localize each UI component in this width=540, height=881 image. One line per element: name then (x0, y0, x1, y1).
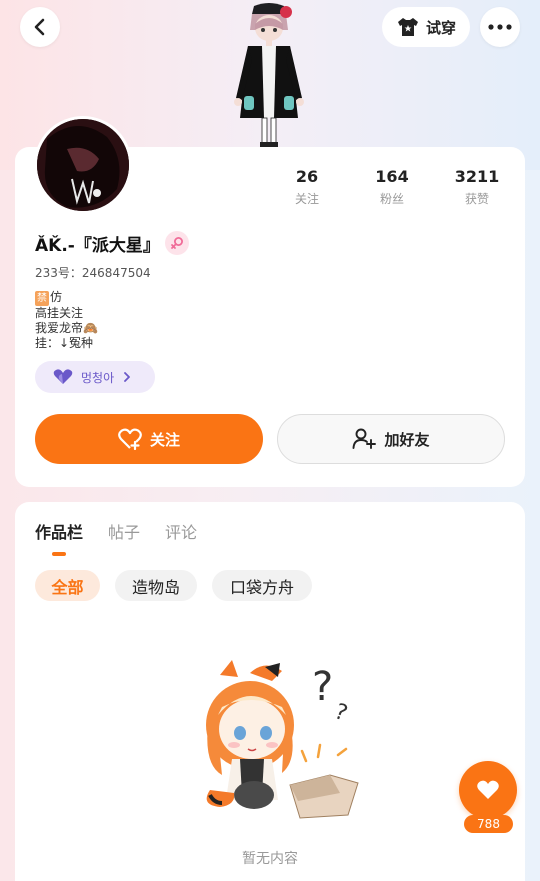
stat-likes[interactable]: 3211 获赞 (437, 167, 517, 207)
stat-following-value: 26 (295, 167, 319, 186)
filter-pocket-ark[interactable]: 口袋方舟 (212, 570, 312, 601)
stat-followers-value: 164 (375, 167, 409, 186)
guild-badge[interactable]: 멍청아 (35, 361, 155, 393)
stat-following[interactable]: 26 关注 (267, 167, 347, 207)
svg-text:?: ? (331, 699, 351, 726)
chevron-left-icon (34, 18, 45, 36)
bio-line-4: 挂：↓冤种 (35, 336, 94, 350)
user-id-value: 246847504 (81, 266, 151, 280)
empty-state-text: 暂无内容 (242, 851, 298, 867)
add-user-icon (353, 428, 377, 449)
empty-state-illustration: ? ? (206, 660, 359, 819)
try-on-button[interactable]: 试穿 (382, 7, 470, 47)
heart-icon (477, 780, 499, 799)
back-button[interactable] (20, 7, 60, 47)
guild-name: 멍청아 (81, 370, 115, 385)
follow-button[interactable]: 关注 (35, 414, 263, 464)
filter-creation-island[interactable]: 造物岛 (115, 570, 197, 601)
bio-line-3: 我爱龙帝🙈 (35, 321, 98, 335)
avatar-image (37, 119, 129, 211)
stat-likes-label: 获赞 (464, 192, 489, 206)
stat-likes-value: 3211 (454, 167, 500, 186)
like-button[interactable] (459, 761, 517, 819)
filter-all[interactable]: 全部 (35, 570, 100, 601)
tab-works[interactable]: 作品栏 (35, 519, 83, 543)
guild-heart-icon (53, 369, 73, 384)
gender-badge (165, 231, 189, 255)
svg-text:?: ? (312, 664, 333, 710)
username: ǍǨ.-『派大星』 (35, 236, 160, 256)
heart-plus-icon (118, 428, 142, 450)
like-count: 788 (464, 815, 513, 833)
ban-tag: 禁 (35, 291, 49, 306)
avatar[interactable] (34, 116, 132, 214)
add-friend-label: 加好友 (384, 430, 430, 449)
female-icon (171, 237, 183, 249)
stat-followers-label: 粉丝 (379, 192, 404, 206)
add-friend-button[interactable]: 加好友 (277, 414, 505, 464)
shirt-icon (397, 18, 418, 36)
stat-followers[interactable]: 164 粉丝 (352, 167, 432, 207)
character-avatar-illustration (234, 3, 304, 147)
stat-following-label: 关注 (294, 192, 319, 206)
user-id-label: 233号： (35, 266, 82, 280)
tab-indicator (52, 552, 66, 556)
follow-label: 关注 (149, 430, 180, 449)
try-on-label: 试穿 (425, 18, 456, 37)
user-id: 233号：246847504 (35, 264, 151, 281)
bio-line-2: 高挂关注 (35, 306, 84, 320)
more-dots-icon (488, 24, 512, 30)
more-button[interactable] (480, 7, 520, 47)
tab-posts[interactable]: 帖子 (108, 519, 140, 543)
chevron-right-icon (124, 372, 131, 382)
bio: 禁仿 高挂关注 我爱龙帝🙈 挂：↓冤种 (35, 290, 98, 351)
tab-comments[interactable]: 评论 (165, 519, 197, 543)
bio-line-1: 仿 (50, 290, 63, 304)
